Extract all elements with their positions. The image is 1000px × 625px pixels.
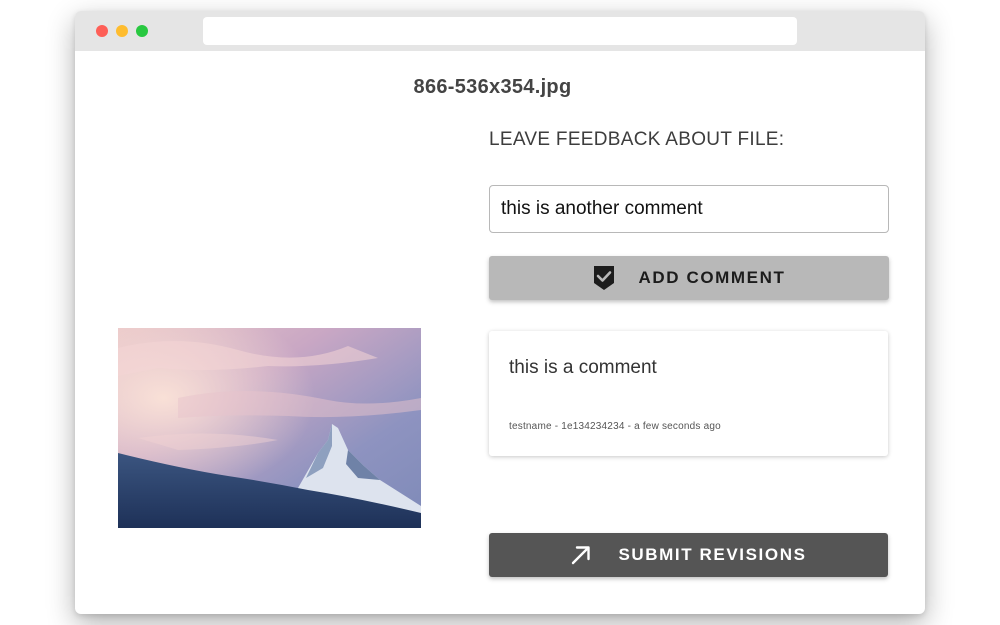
add-comment-label: ADD COMMENT <box>638 268 786 287</box>
submit-revisions-button[interactable]: SUBMIT REVISIONS <box>489 533 888 577</box>
submit-revisions-label: SUBMIT REVISIONS <box>618 545 807 564</box>
comment-input[interactable] <box>489 185 889 233</box>
browser-window: 866-536x354.jpg LEAVE FEEDBACK ABOUT FIL… <box>75 11 925 614</box>
arrow-up-right-icon <box>570 544 592 566</box>
add-comment-button[interactable]: ADD COMMENT <box>489 256 889 300</box>
shield-check-icon <box>593 265 615 291</box>
title-bar <box>75 11 925 51</box>
feedback-label: LEAVE FEEDBACK ABOUT FILE: <box>489 129 785 150</box>
zoom-window-button[interactable] <box>136 25 148 37</box>
comment-meta: testname - 1e134234234 - a few seconds a… <box>509 421 721 432</box>
comment-text: this is a comment <box>509 357 657 378</box>
comment-card: this is a comment testname - 1e134234234… <box>489 331 888 456</box>
address-bar[interactable] <box>203 17 797 45</box>
file-preview-image <box>118 328 421 528</box>
file-title: 866-536x354.jpg <box>413 76 572 98</box>
close-window-button[interactable] <box>96 25 108 37</box>
minimize-window-button[interactable] <box>116 25 128 37</box>
